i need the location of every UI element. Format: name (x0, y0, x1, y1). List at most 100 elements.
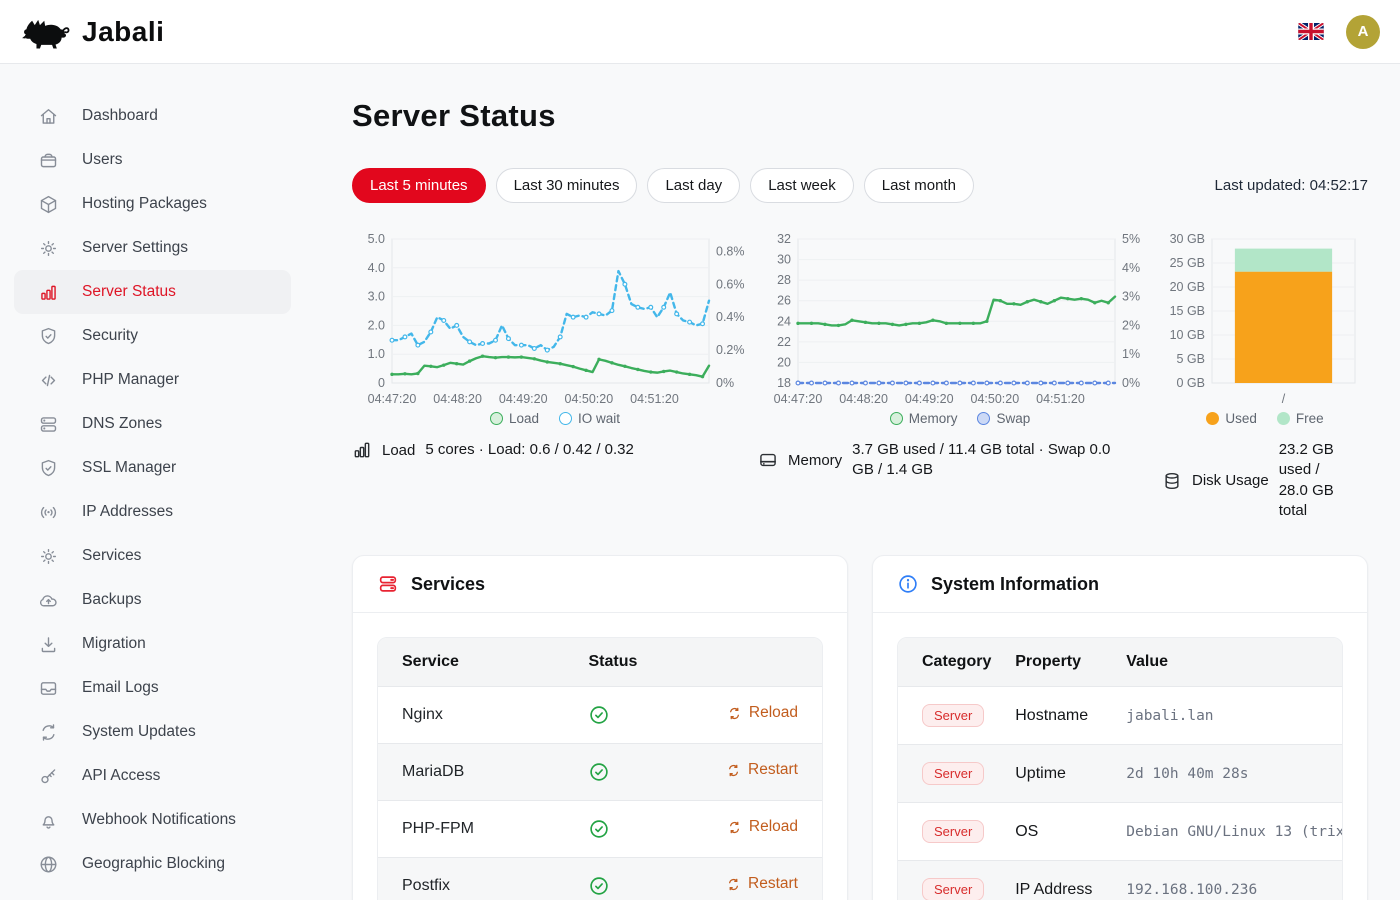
sidebar-item-services[interactable]: Services (14, 534, 291, 578)
sidebar-item-server-status[interactable]: Server Status (14, 270, 291, 314)
range-button-last-day[interactable]: Last day (647, 168, 740, 203)
chart-disk: 0 GB5 GB10 GB15 GB20 GB25 GB30 GB/UsedFr… (1162, 229, 1368, 521)
sysinfo-row-ip-address: ServerIP Address192.168.100.236 (898, 861, 1342, 900)
gear-icon (38, 546, 59, 567)
category-badge: Server (922, 820, 984, 843)
svg-text:30: 30 (777, 253, 791, 267)
svg-text:5 GB: 5 GB (1177, 352, 1206, 366)
cloud-upload-icon (38, 590, 59, 611)
property-name: IP Address (991, 861, 1102, 900)
range-button-last-5-minutes[interactable]: Last 5 minutes (352, 168, 486, 203)
svg-text:04:47:20: 04:47:20 (774, 392, 823, 406)
language-flag-uk-icon[interactable] (1298, 23, 1324, 40)
inbox-icon (38, 678, 59, 699)
chart-memory: 18202224262830320%1%2%3%4%5%04:47:2004:4… (758, 229, 1162, 521)
charts-row: 01.02.03.04.05.00%0.2%0.4%0.6%0.8%04:47:… (352, 229, 1368, 521)
sidebar-item-webhook-notifications[interactable]: Webhook Notifications (14, 798, 291, 842)
svg-text:04:51:20: 04:51:20 (1036, 392, 1085, 406)
restart-postfix-button[interactable]: Restart (726, 875, 798, 893)
svg-text:20 GB: 20 GB (1170, 280, 1205, 294)
sidebar-item-api-access[interactable]: API Access (14, 754, 291, 798)
property-name: Uptime (991, 745, 1102, 803)
user-avatar[interactable]: A (1346, 15, 1380, 49)
sidebar-item-ip-addresses[interactable]: IP Addresses (14, 490, 291, 534)
svg-text:25 GB: 25 GB (1170, 256, 1205, 270)
sidebar-item-security[interactable]: Security (14, 314, 291, 358)
svg-text:0%: 0% (1122, 376, 1140, 390)
key-icon (38, 766, 59, 787)
reload-php-fpm-button[interactable]: Reload (727, 818, 798, 836)
code-icon (38, 370, 59, 391)
bell-icon (38, 810, 59, 831)
category-badge: Server (922, 762, 984, 785)
server-icon (377, 573, 399, 595)
svg-text:1.0: 1.0 (368, 347, 385, 361)
sidebar-item-label: Email Logs (82, 679, 159, 697)
sidebar-item-php-manager[interactable]: PHP Manager (14, 358, 291, 402)
stat-value: 5 cores · Load: 0.6 / 0.42 / 0.32 (425, 440, 633, 460)
svg-text:26: 26 (777, 294, 791, 308)
sidebar-item-dns-zones[interactable]: DNS Zones (14, 402, 291, 446)
last-updated-text: Last updated: 04:52:17 (1215, 177, 1368, 194)
svg-text:04:50:20: 04:50:20 (971, 392, 1020, 406)
svg-text:0.2%: 0.2% (716, 343, 745, 357)
legend-item-load: Load (490, 411, 539, 426)
shield-check-icon (38, 326, 59, 347)
range-button-last-month[interactable]: Last month (864, 168, 974, 203)
sysinfo-row-os: ServerOSDebian GNU/Linux 13 (trixie) (898, 803, 1342, 861)
svg-text:0.4%: 0.4% (716, 310, 745, 324)
property-value: 2d 10h 40m 28s (1102, 745, 1342, 803)
legend-item-used: Used (1206, 411, 1257, 426)
chart-legend: MemorySwap (758, 411, 1162, 426)
services-col-service: Service (378, 638, 564, 687)
page-title: Server Status (352, 98, 1368, 134)
home-icon (38, 106, 59, 127)
services-table: Service Status NginxReloadMariaDBRestart… (378, 638, 822, 900)
legend-item-io-wait: IO wait (559, 411, 620, 426)
svg-text:28: 28 (777, 273, 791, 287)
property-name: OS (991, 803, 1102, 861)
sidebar-item-label: Server Settings (82, 239, 188, 257)
sidebar-item-server-settings[interactable]: Server Settings (14, 226, 291, 270)
reload-nginx-button[interactable]: Reload (727, 704, 798, 722)
sidebar-item-label: PHP Manager (82, 371, 179, 389)
sidebar-item-label: Services (82, 547, 141, 565)
chart-legend: Load IO wait (352, 411, 758, 426)
time-range-row: Last 5 minutes Last 30 minutes Last day Las… (352, 168, 1368, 203)
range-button-last-week[interactable]: Last week (750, 168, 854, 203)
legend-item-memory: Memory (890, 411, 958, 426)
property-value: 192.168.100.236 (1102, 861, 1342, 900)
sidebar-item-email-logs[interactable]: Email Logs (14, 666, 291, 710)
bar-chart-icon (38, 282, 59, 303)
system-info-card-title: System Information (931, 574, 1099, 595)
sidebar-item-dashboard[interactable]: Dashboard (14, 94, 291, 138)
chart-legend: UsedFree (1162, 411, 1368, 426)
range-button-last-30-minutes[interactable]: Last 30 minutes (496, 168, 638, 203)
reload-icon (727, 820, 742, 835)
stat-label: Load (382, 442, 415, 459)
service-row-postfix: PostfixRestart (378, 858, 822, 900)
stat-load: Load 5 cores · Load: 0.6 / 0.42 / 0.32 (352, 440, 758, 460)
stat-disk-usage: Disk Usage23.2 GB used / 28.0 GB total (1162, 440, 1368, 521)
svg-text:4%: 4% (1122, 261, 1140, 275)
package-icon (38, 194, 59, 215)
svg-text:5.0: 5.0 (368, 232, 385, 246)
svg-text:24: 24 (777, 314, 791, 328)
sidebar-item-users[interactable]: Users (14, 138, 291, 182)
sidebar-item-ssl-manager[interactable]: SSL Manager (14, 446, 291, 490)
stat-label: Memory (788, 452, 842, 469)
chart-canvas: 18202224262830320%1%2%3%4%5%04:47:2004:4… (758, 229, 1163, 409)
reload-icon (727, 706, 742, 721)
sidebar-item-backups[interactable]: Backups (14, 578, 291, 622)
brand-name: Jabali (82, 16, 164, 48)
restart-mariadb-button[interactable]: Restart (726, 761, 798, 779)
svg-text:2.0: 2.0 (368, 318, 385, 332)
sidebar-item-migration[interactable]: Migration (14, 622, 291, 666)
stat-value: 23.2 GB used / 28.0 GB total (1279, 440, 1342, 521)
sidebar-item-system-updates[interactable]: System Updates (14, 710, 291, 754)
sidebar-item-geographic-blocking[interactable]: Geographic Blocking (14, 842, 291, 886)
property-value: jabali.lan (1102, 687, 1342, 745)
svg-text:18: 18 (777, 376, 791, 390)
sidebar-item-hosting-packages[interactable]: Hosting Packages (14, 182, 291, 226)
top-bar: Jabali A (0, 0, 1400, 64)
